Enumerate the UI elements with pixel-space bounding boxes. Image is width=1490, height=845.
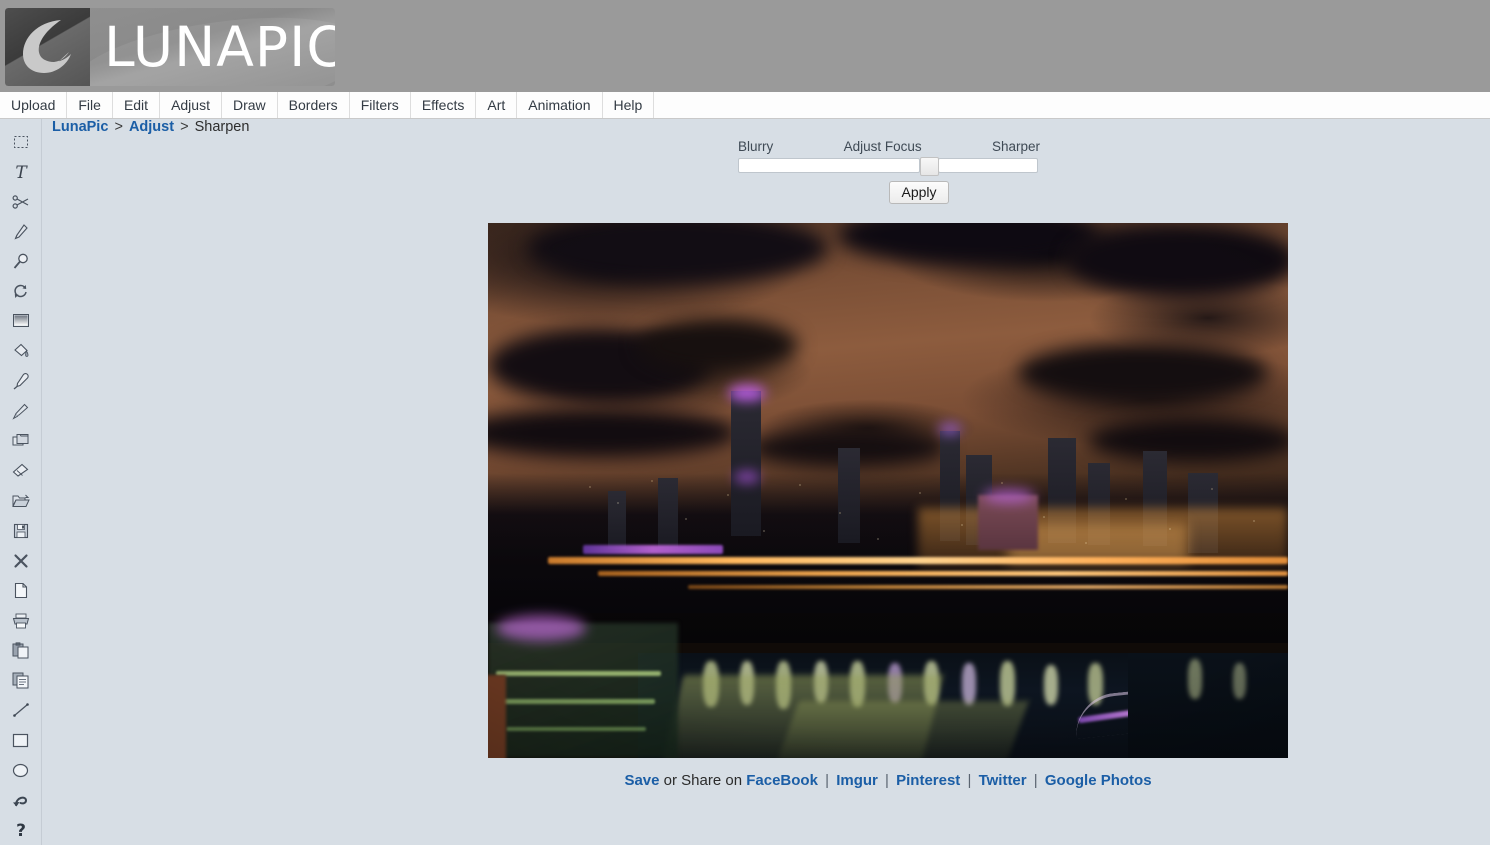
share-link-facebook[interactable]: FaceBook [746,772,818,789]
paintbrush-icon[interactable] [4,396,38,426]
scissors-cut-icon[interactable] [4,187,38,217]
share-link-google-photos[interactable]: Google Photos [1045,772,1152,789]
main-menu-bar: Upload File Edit Adjust Draw Borders Fil… [0,92,1490,119]
logo-wordmark: LUNAPIC [90,8,335,86]
share-link-imgur[interactable]: Imgur [836,772,878,789]
eraser-icon[interactable] [4,456,38,486]
menu-item-edit[interactable]: Edit [113,92,160,118]
footer-separator: | [1034,772,1038,789]
logo-mark [5,8,90,86]
menu-item-draw[interactable]: Draw [222,92,278,118]
clone-stamp-icon[interactable] [4,426,38,456]
apply-button[interactable]: Apply [889,181,948,204]
slider-track-right[interactable] [938,158,1038,173]
image-canvas[interactable] [488,223,1288,758]
footer-separator: | [885,772,889,789]
breadcrumb-current-page: Sharpen [195,119,250,135]
slider-label-row: Blurry Adjust Focus Sharper [738,139,1040,154]
edited-photo [488,223,1288,758]
save-floppy-icon[interactable] [4,516,38,546]
paint-bucket-icon[interactable] [4,336,38,366]
focus-slider[interactable] [738,157,1038,174]
text-tool-icon[interactable]: T [4,157,38,187]
menu-item-animation[interactable]: Animation [517,92,602,118]
menu-item-help[interactable]: Help [603,92,655,118]
app-header: LUNAPIC [0,0,1490,92]
share-footer: Save or Share on FaceBook | Imgur | Pint… [488,772,1288,789]
gradient-icon[interactable] [4,307,38,337]
svg-text:T: T [15,163,28,181]
slider-label-center: Adjust Focus [844,139,922,154]
pencil-icon[interactable] [4,217,38,247]
open-folder-icon[interactable] [4,486,38,516]
paste-icon[interactable] [4,636,38,666]
slider-label-blurry: Blurry [738,139,773,154]
menu-item-effects[interactable]: Effects [411,92,477,118]
breadcrumb-link-adjust[interactable]: Adjust [129,119,174,135]
rectangle-icon[interactable] [4,725,38,755]
menu-item-upload[interactable]: Upload [0,92,67,118]
svg-text:?: ? [16,821,26,839]
crescent-moon-icon [17,16,77,76]
sharpen-control-panel: Blurry Adjust Focus Sharper Apply [738,139,1040,204]
eyedropper-icon[interactable] [4,366,38,396]
breadcrumb: LunaPic > Adjust > Sharpen [52,119,249,135]
share-link-pinterest[interactable]: Pinterest [896,772,960,789]
left-tool-palette: T [0,119,42,845]
new-document-icon[interactable] [4,576,38,606]
share-link-twitter[interactable]: Twitter [979,772,1027,789]
circle-icon[interactable] [4,755,38,785]
footer-separator: | [967,772,971,789]
slider-thumb[interactable] [920,157,939,176]
question-help-icon[interactable]: ? [4,815,38,845]
slider-track-left[interactable] [738,158,920,173]
slider-label-sharper: Sharper [992,139,1040,154]
breadcrumb-link-lunapic[interactable]: LunaPic [52,119,108,135]
apply-button-row: Apply [738,181,1040,204]
menu-item-filters[interactable]: Filters [350,92,411,118]
menu-item-adjust[interactable]: Adjust [160,92,222,118]
breadcrumb-separator-1: > [114,119,122,135]
photo-vignette [488,223,1288,758]
menu-item-file[interactable]: File [67,92,113,118]
share-text: or Share on [664,772,742,789]
marquee-select-icon[interactable] [4,127,38,157]
magnifier-zoom-icon[interactable] [4,247,38,277]
rotate-refresh-icon[interactable] [4,277,38,307]
save-link[interactable]: Save [624,772,659,789]
menu-item-art[interactable]: Art [476,92,517,118]
logo-text: LUNAPIC [90,20,335,75]
menu-item-borders[interactable]: Borders [278,92,350,118]
line-icon[interactable] [4,696,38,726]
breadcrumb-separator-2: > [180,119,188,135]
close-x-icon[interactable] [4,546,38,576]
lunapic-logo[interactable]: LUNAPIC [5,8,335,86]
footer-separator: | [825,772,829,789]
undo-arrow-icon[interactable] [4,785,38,815]
copy-icon[interactable] [4,666,38,696]
printer-icon[interactable] [4,606,38,636]
